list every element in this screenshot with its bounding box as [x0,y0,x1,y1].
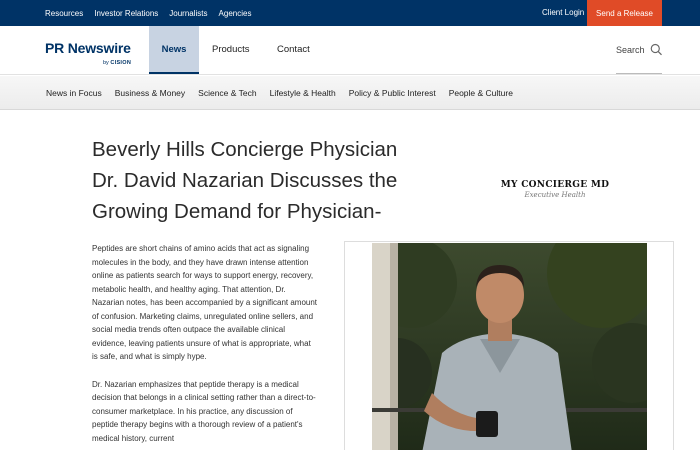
category-items: News in Focus Business & Money Science &… [46,76,513,110]
article-headline: Beverly Hills Concierge Physician Dr. Da… [92,134,422,227]
investor-relations-link[interactable]: Investor Relations [94,9,158,18]
category-policy-public-interest[interactable]: Policy & Public Interest [349,88,436,98]
category-news-in-focus[interactable]: News in Focus [46,88,102,98]
utility-bar: Resources Investor Relations Journalists… [0,0,700,26]
client-login-link[interactable]: Client Login [542,0,584,26]
logo-byline: by CISION [103,60,132,66]
article-paragraph: Peptides are short chains of amino acids… [92,244,318,361]
search-icon[interactable] [650,43,662,56]
company-logo-name: MY CONCIERGE MD [500,180,610,190]
send-release-button[interactable]: Send a Release [587,0,662,26]
company-logo-tagline: Executive Health [524,191,586,199]
article-paragraph: Dr. Nazarian emphasizes that peptide the… [92,379,316,443]
category-science-tech[interactable]: Science & Tech [198,88,256,98]
logo-brand: PR Newswire [45,40,131,56]
resources-link[interactable]: Resources [45,9,83,18]
doctor-portrait-image [372,243,647,450]
search-control[interactable]: Search [616,26,662,74]
agencies-link[interactable]: Agencies [219,9,252,18]
main-nav: PR Newswire by CISION News Products Cont… [0,26,700,75]
nav-products[interactable]: Products [212,26,250,74]
journalists-link[interactable]: Journalists [169,9,207,18]
headline-line: Dr. David Nazarian Discusses the [92,169,398,192]
nav-news[interactable]: News [149,26,199,74]
category-business-money[interactable]: Business & Money [115,88,185,98]
category-people-culture[interactable]: People & Culture [449,88,513,98]
category-nav: News in Focus Business & Money Science &… [0,76,700,110]
headline-line: Beverly Hills Concierge Physician [92,138,398,161]
company-logo: MY CONCIERGE MD Executive Health [480,180,630,199]
article-body: Peptides are short chains of amino acids… [92,242,318,450]
article-photo[interactable] [372,243,647,450]
headline-line: Growing Demand for Physician- [92,200,382,223]
category-lifestyle-health[interactable]: Lifestyle & Health [270,88,336,98]
pr-newswire-logo[interactable]: PR Newswire by CISION [45,40,131,66]
nav-contact[interactable]: Contact [277,26,310,74]
utility-links: Resources Investor Relations Journalists… [45,0,251,26]
search-label: Search [616,44,645,55]
